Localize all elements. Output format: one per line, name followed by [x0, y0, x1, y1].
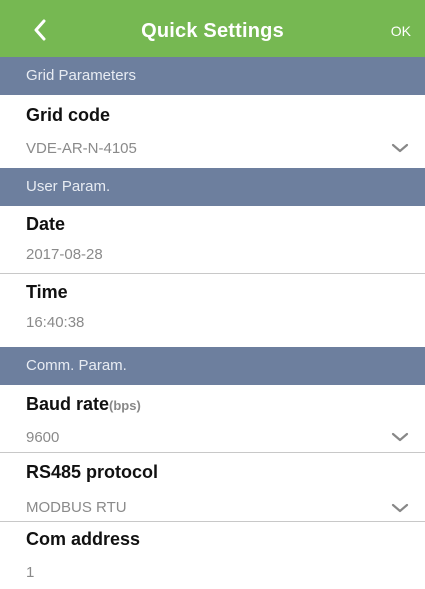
- chevron-down-icon[interactable]: [391, 503, 409, 514]
- rs485-protocol-value: MODBUS RTU: [26, 499, 127, 516]
- ok-button[interactable]: OK: [391, 0, 411, 60]
- date-field[interactable]: Date 2017-08-28: [0, 206, 425, 274]
- com-address-value: 1: [26, 564, 35, 581]
- time-value: 16:40:38: [26, 314, 85, 331]
- grid-code-field[interactable]: Grid code VDE-AR-N-4105: [0, 95, 425, 168]
- chevron-down-icon[interactable]: [391, 432, 409, 443]
- rs485-protocol-label: RS485 protocol: [26, 462, 159, 482]
- chevron-down-icon[interactable]: [391, 143, 409, 154]
- com-address-label: Com address: [26, 529, 141, 549]
- section-header-comm-param: Comm. Param.: [0, 347, 425, 385]
- time-label: Time: [26, 282, 68, 302]
- grid-code-label: Grid code: [26, 105, 111, 125]
- date-label: Date: [26, 214, 66, 234]
- grid-code-value: VDE-AR-N-4105: [26, 140, 137, 157]
- date-value: 2017-08-28: [26, 246, 103, 263]
- baud-rate-unit: (bps): [109, 398, 141, 413]
- page-title: Quick Settings: [141, 20, 284, 42]
- com-address-field[interactable]: Com address 1: [0, 522, 425, 589]
- title-bar: Quick Settings OK: [0, 0, 425, 60]
- time-field[interactable]: Time 16:40:38: [0, 274, 425, 341]
- baud-rate-label: Baud rate(bps): [26, 394, 141, 415]
- baud-rate-field[interactable]: Baud rate(bps) 9600: [0, 385, 425, 453]
- baud-rate-value: 9600: [26, 429, 60, 446]
- rs485-protocol-field[interactable]: RS485 protocol MODBUS RTU: [0, 453, 425, 522]
- section-header-grid-parameters: Grid Parameters: [0, 57, 425, 95]
- baud-rate-label-text: Baud rate: [26, 394, 110, 414]
- section-header-user-param: User Param.: [0, 168, 425, 206]
